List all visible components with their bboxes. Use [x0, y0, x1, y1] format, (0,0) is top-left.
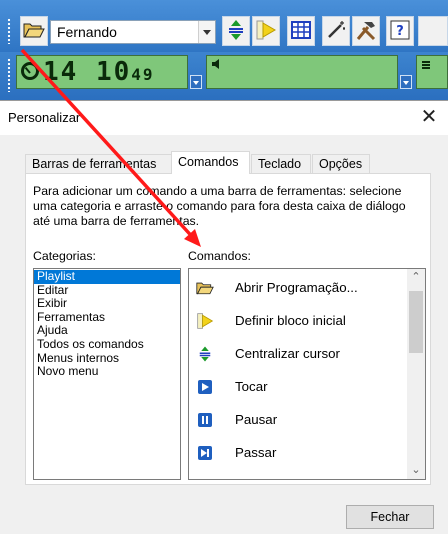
clock-display: 14 1049	[16, 55, 188, 89]
stop-icon	[193, 474, 217, 479]
speaker-icon	[211, 58, 223, 73]
command-label: Pausar	[235, 412, 278, 427]
set-block-start-icon	[193, 309, 217, 333]
volume-display	[206, 55, 398, 89]
magic-wand-icon	[325, 19, 347, 44]
command-item[interactable]: Pausar	[189, 403, 407, 436]
commands-scrollbar[interactable]: ⌃ ⌄	[407, 269, 425, 479]
command-item[interactable]: Definir bloco inicial	[189, 304, 407, 337]
magic-wand-button[interactable]	[322, 16, 350, 46]
skip-icon	[193, 441, 217, 465]
commands-list[interactable]: Abrir Programação... Definir bloco inici…	[188, 268, 426, 480]
category-item[interactable]: Playlist	[34, 269, 180, 284]
chevron-down-icon[interactable]	[198, 21, 215, 43]
main-toolbar: Fernando ?	[0, 0, 448, 52]
user-combo[interactable]: Fernando	[50, 20, 216, 44]
tools-button[interactable]	[352, 16, 380, 46]
command-item-partial[interactable]	[189, 469, 407, 479]
folder-open-icon	[23, 21, 45, 42]
command-label: Tocar	[235, 379, 268, 394]
instructions-text: Para adicionar um comando a uma barra de…	[33, 184, 406, 228]
close-icon[interactable]: ✕	[418, 106, 440, 128]
set-block-start-button[interactable]	[252, 16, 280, 46]
command-label: Abrir Programação...	[235, 280, 358, 295]
help-icon: ?	[390, 20, 410, 43]
categories-label: Categorias:	[33, 249, 96, 263]
scrollbar-thumb[interactable]	[409, 291, 423, 353]
set-block-start-icon	[255, 19, 277, 44]
extra-display	[416, 55, 448, 89]
command-item[interactable]: Passar	[189, 436, 407, 469]
commands-label: Comandos:	[188, 249, 251, 263]
play-icon	[193, 375, 217, 399]
category-item[interactable]: Novo menu	[34, 365, 180, 379]
categories-list[interactable]: Playlist Editar Exibir Ferramentas Ajuda…	[33, 268, 181, 480]
toolbar-overflow-button[interactable]	[418, 16, 448, 46]
toolbar-grip[interactable]	[7, 58, 11, 92]
customize-dialog: Personalizar ✕ Barras de ferramentas Com…	[0, 100, 448, 534]
help-button[interactable]: ?	[386, 16, 414, 46]
commands-panel: Para adicionar um comando a uma barra de…	[25, 173, 431, 485]
command-label: Centralizar cursor	[235, 346, 340, 361]
command-item[interactable]: Abrir Programação...	[189, 271, 407, 304]
folder-open-icon	[193, 276, 217, 300]
category-item[interactable]: Ajuda	[34, 324, 180, 338]
category-item[interactable]: Menus internos	[34, 351, 180, 366]
dialog-title-bar: Personalizar ✕	[0, 101, 448, 135]
grid-icon	[291, 20, 311, 42]
center-cursor-button[interactable]	[222, 16, 250, 46]
user-combo-value: Fernando	[57, 24, 117, 40]
category-item[interactable]: Todos os comandos	[34, 337, 180, 352]
command-item[interactable]: Centralizar cursor	[189, 337, 407, 370]
clock-dropdown[interactable]	[190, 75, 202, 89]
pause-icon	[193, 408, 217, 432]
command-label: Passar	[235, 445, 277, 460]
tab-commands[interactable]: Comandos	[171, 151, 250, 174]
command-item[interactable]: Tocar	[189, 370, 407, 403]
chevron-up-icon[interactable]: ⌃	[407, 269, 425, 286]
close-button[interactable]: Fechar	[346, 505, 434, 529]
grid-button[interactable]	[287, 16, 315, 46]
tools-icon	[354, 19, 378, 44]
clock-time: 14 1049	[43, 57, 155, 87]
volume-dropdown[interactable]	[400, 75, 412, 89]
list-icon	[421, 59, 431, 73]
tab-toolbars[interactable]: Barras de ferramentas	[25, 154, 172, 174]
center-cursor-icon	[193, 342, 217, 366]
dialog-title: Personalizar	[8, 110, 81, 125]
toolbar-grip[interactable]	[7, 18, 11, 44]
svg-text:?: ?	[396, 24, 404, 39]
command-label: Definir bloco inicial	[235, 313, 346, 328]
chevron-down-icon[interactable]: ⌄	[407, 462, 425, 479]
tab-keyboard[interactable]: Teclado	[251, 154, 311, 174]
category-item[interactable]: Ferramentas	[34, 310, 180, 325]
clock-icon	[21, 62, 39, 80]
category-item[interactable]: Exibir	[34, 297, 180, 311]
open-schedule-button[interactable]	[20, 16, 48, 46]
category-item[interactable]: Editar	[34, 283, 180, 298]
tab-options[interactable]: Opções	[312, 154, 370, 174]
center-cursor-icon	[228, 19, 244, 44]
